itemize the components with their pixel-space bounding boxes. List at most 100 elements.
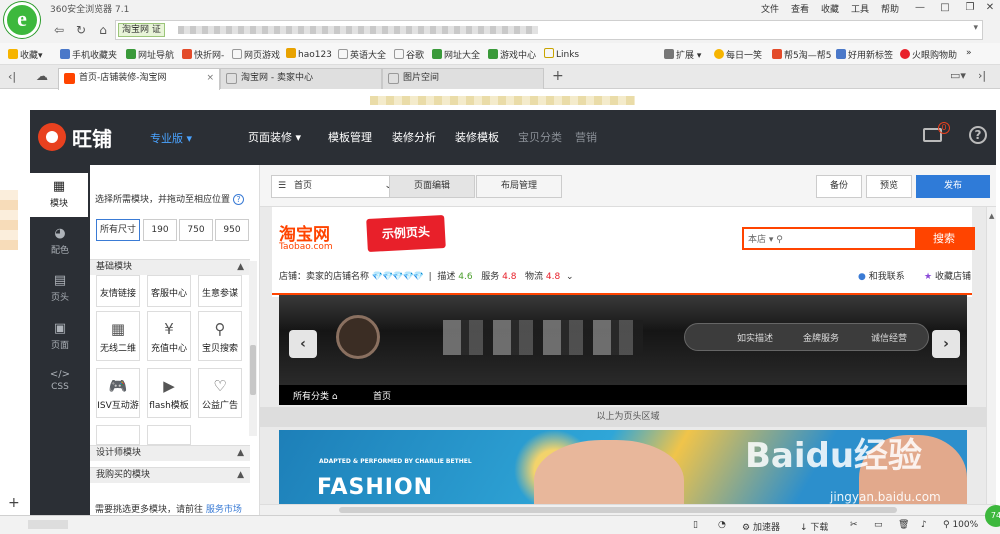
module-friend-links[interactable]: 友情链接 [96, 275, 140, 307]
close-window-icon[interactable]: ✕ [980, 0, 1000, 16]
module-flash[interactable]: ▶ flash模板 [147, 368, 191, 418]
menu-favorites[interactable]: 收藏 [821, 2, 839, 15]
rail-item-css[interactable]: </> CSS [30, 363, 90, 407]
fav-more-icon[interactable]: » [966, 48, 972, 58]
shop-search-box[interactable]: 本店 ▾ ⚲ 搜索 [742, 227, 975, 250]
menu-file[interactable]: 文件 [761, 2, 779, 15]
refresh-icon[interactable]: ↻ [72, 21, 90, 39]
service-market-link[interactable]: 服务市场 [206, 505, 242, 515]
rail-item-page[interactable]: ▣ 页面 [30, 315, 90, 359]
fav-item[interactable]: 网页游戏 [232, 48, 280, 61]
new-tab-button[interactable]: + [552, 68, 564, 84]
fav-item[interactable]: 网址大全 [432, 48, 480, 61]
close-tab-icon[interactable]: × [206, 69, 214, 88]
tab-manager-icon[interactable]: ▭▾ [950, 69, 966, 82]
minimize-icon[interactable]: — [910, 0, 930, 16]
fav-item[interactable]: 火眼购物助 [900, 48, 957, 61]
maximize-icon[interactable]: □ [935, 0, 955, 16]
nav-page-decoration[interactable]: 页面装修 ▾ [248, 129, 301, 145]
help-icon[interactable]: ? [233, 194, 245, 205]
tab-page-edit[interactable]: 页面编辑 [389, 175, 475, 198]
home-icon[interactable]: ⌂ [94, 21, 112, 39]
section-purchased-modules[interactable]: 我购买的模块 ▲ [90, 467, 250, 483]
download-button[interactable]: ↓ 下载 [800, 520, 828, 533]
fav-item[interactable]: 帮5淘—帮5 [772, 48, 831, 61]
speed-badge[interactable]: 74 [985, 505, 1000, 527]
module-business-advisor[interactable]: 生意参谋 [198, 275, 242, 307]
help-icon[interactable]: ? [969, 126, 987, 144]
tab-image-space[interactable]: 图片空间 [382, 68, 544, 89]
tab-layout-manage[interactable]: 布局管理 [476, 175, 562, 198]
address-dropdown-icon[interactable]: ▾ [973, 23, 978, 33]
search-scope-dropdown[interactable]: 本店 ▾ ⚲ [748, 232, 783, 245]
fav-item[interactable]: 好用新标签 [836, 48, 893, 61]
module-service-center[interactable]: 客服中心 [147, 275, 191, 307]
wangpu-logo-icon[interactable] [38, 123, 66, 151]
backup-button[interactable]: 备份 [816, 175, 862, 198]
rail-item-colors[interactable]: ◕ 配色 [30, 220, 90, 264]
size-filter-190[interactable]: 190 [143, 219, 177, 241]
module-isv-game[interactable]: 🎮 ISV互动游 [96, 368, 140, 418]
nav-marketing[interactable]: 营销 [575, 129, 597, 145]
nav-item-categories[interactable]: 宝贝分类 [518, 129, 562, 145]
size-filter-750[interactable]: 750 [179, 219, 213, 241]
scroll-up-icon[interactable]: ▲ [989, 212, 994, 220]
trash-icon[interactable]: 🗑 [898, 520, 909, 530]
section-basic-modules[interactable]: 基础模块 ▲ [90, 259, 250, 275]
next-arrow-icon[interactable]: › [932, 330, 960, 358]
module-partial[interactable] [147, 425, 191, 445]
address-bar[interactable]: 淘宝网 证 ▾ [115, 20, 983, 40]
fav-item[interactable]: 谷歌 [394, 48, 424, 61]
fav-item[interactable]: 手机收藏夹 [60, 48, 117, 61]
contact-me-link[interactable]: ● 和我联系 [858, 269, 905, 282]
module-recharge[interactable]: ¥ 充值中心 [147, 311, 191, 361]
nav-template-manage[interactable]: 模板管理 [328, 129, 372, 145]
accelerator-button[interactable]: ⚙ 加速器 [742, 520, 780, 533]
publish-button[interactable]: 发布 [916, 175, 990, 198]
menu-tools[interactable]: 工具 [851, 2, 869, 15]
fav-item[interactable]: 英语大全 [338, 48, 386, 61]
restore-icon[interactable]: ❐ [960, 0, 980, 16]
mobile-icon[interactable]: ▯ [693, 520, 698, 530]
history-icon[interactable]: ◔ [718, 520, 726, 530]
scrollbar-thumb[interactable] [339, 507, 897, 513]
sound-icon[interactable]: ♪ [921, 520, 927, 530]
nav-decoration-templates[interactable]: 装修模板 [455, 129, 499, 145]
section-designer-modules[interactable]: 设计师模块 ▲ [90, 445, 250, 461]
cloud-icon[interactable]: ☁ [36, 69, 48, 83]
nav-all-categories[interactable]: 所有分类 ⌂ [293, 389, 338, 402]
preview-button[interactable]: 预览 [866, 175, 912, 198]
back-icon[interactable]: ⇦ [50, 21, 68, 39]
module-partial[interactable] [96, 425, 140, 445]
search-button[interactable]: 搜索 [915, 229, 973, 248]
site-identity-badge[interactable]: 淘宝网 证 [118, 23, 165, 37]
favorite-shop-link[interactable]: ★ 收藏店铺 [924, 269, 971, 282]
tab-shop-decoration[interactable]: 首页-店铺装修-淘宝网 × [58, 68, 220, 90]
size-filter-950[interactable]: 950 [215, 219, 249, 241]
fav-item[interactable]: 游戏中心 [488, 48, 536, 61]
nav-shop-home[interactable]: 首页 [373, 389, 391, 402]
module-item-search[interactable]: ⚲ 宝贝搜索 [198, 311, 242, 361]
window-icon[interactable]: ▭ [874, 520, 883, 530]
nav-decoration-analysis[interactable]: 装修分析 [392, 129, 436, 145]
prev-arrow-icon[interactable]: ‹ [289, 330, 317, 358]
zoom-level[interactable]: ⚲ 100% [943, 520, 978, 530]
fav-item[interactable]: hao123 [286, 48, 332, 60]
edition-dropdown[interactable]: 专业版 ▾ [150, 130, 192, 146]
screenshot-icon[interactable]: ✂ [850, 520, 858, 530]
fav-item[interactable]: 每日一笑 [714, 48, 762, 61]
menu-view[interactable]: 查看 [791, 2, 809, 15]
size-filter-all[interactable]: 所有尺寸 [96, 219, 140, 241]
rail-item-modules[interactable]: ▦ 模块 [30, 173, 88, 217]
extensions-button[interactable]: 扩展 ▾ [664, 48, 701, 61]
menu-help[interactable]: 帮助 [881, 2, 899, 15]
fav-item[interactable]: 快折网- [182, 48, 224, 61]
module-scrollbar[interactable] [249, 261, 257, 436]
module-qrcode[interactable]: ▦ 无线二维 [96, 311, 140, 361]
page-select-dropdown[interactable]: ☰ 首页 ⌄ [271, 175, 399, 198]
add-sidebar-icon[interactable]: + [8, 495, 20, 511]
fav-item-star[interactable]: 收藏▾ [8, 48, 43, 61]
scrollbar-thumb[interactable] [250, 345, 256, 395]
canvas-vertical-scrollbar[interactable]: ▲ [986, 207, 996, 507]
fav-item[interactable]: Links [544, 48, 579, 60]
